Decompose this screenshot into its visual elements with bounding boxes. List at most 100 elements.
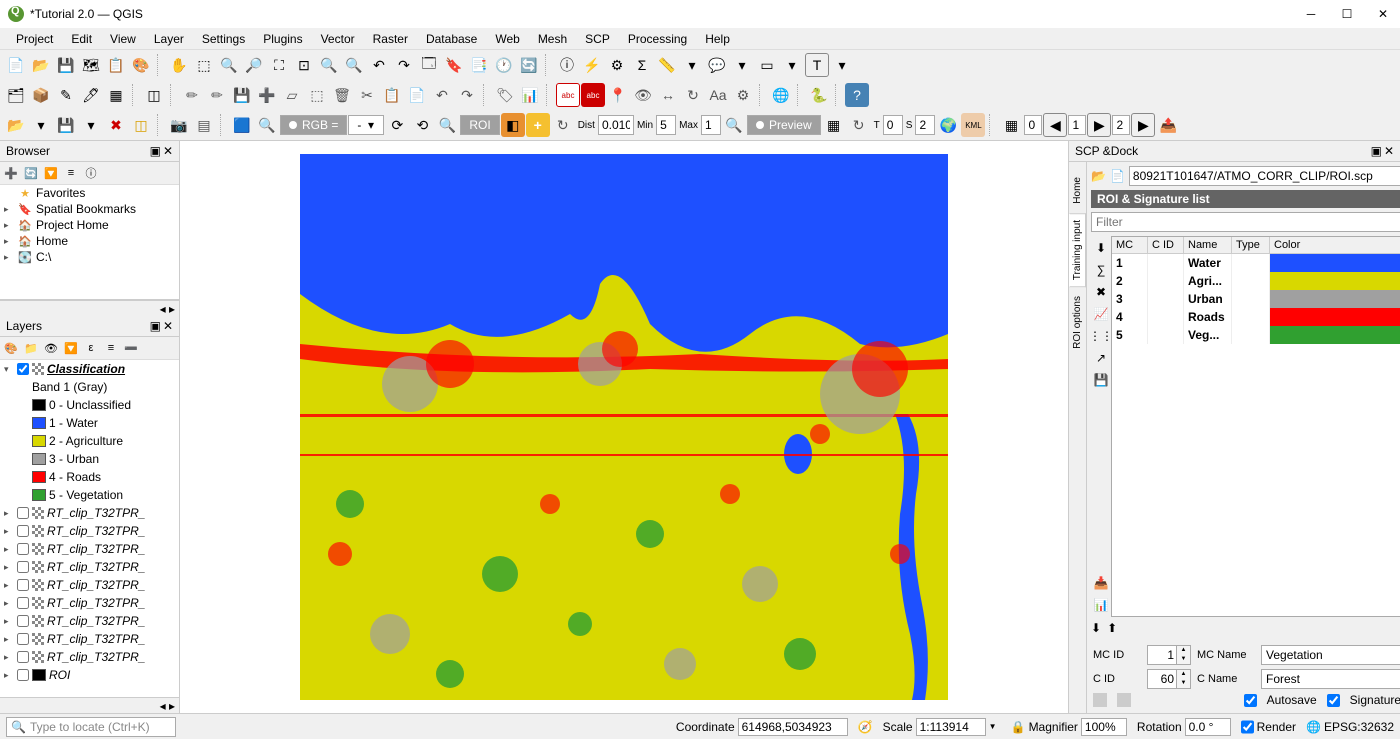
rotation-input[interactable] [1185, 718, 1231, 736]
sig-color[interactable] [1270, 272, 1400, 290]
rt-layer-item[interactable]: ▸RT_clip_T32TPR_ [0, 558, 179, 576]
copy-icon[interactable]: 📋 [380, 83, 404, 107]
select-icon[interactable]: ▭ [755, 53, 779, 77]
roi-redo-icon[interactable]: ↻ [551, 113, 575, 137]
t-input[interactable] [883, 115, 903, 135]
max-input[interactable] [701, 115, 721, 135]
menu-scp[interactable]: SCP [577, 30, 618, 48]
sig-down-icon[interactable]: ⬇ [1091, 621, 1101, 635]
col-color[interactable]: Color [1270, 237, 1400, 253]
zoom-out-icon[interactable]: 🔎 [242, 53, 266, 77]
menu-mesh[interactable]: Mesh [530, 30, 575, 48]
preview-zoom-icon[interactable]: 🔍 [722, 113, 746, 137]
zoom-in-icon[interactable]: 🔍 [217, 53, 241, 77]
remove-layer-icon[interactable]: ✖ [104, 113, 128, 137]
layers-expr-icon[interactable]: ε [82, 339, 100, 357]
zoom-full-icon[interactable]: ⊡ [292, 53, 316, 77]
statistics-icon[interactable]: Σ [630, 53, 654, 77]
col-name[interactable]: Name [1184, 237, 1232, 253]
open-layer-icon[interactable]: 📂 [4, 113, 28, 137]
zoom-to-selection-icon[interactable]: 🔍 [317, 53, 341, 77]
menu-web[interactable]: Web [487, 30, 527, 48]
preview-redo-icon[interactable]: ↻ [847, 113, 871, 137]
map-tips-icon[interactable]: 💬 [705, 53, 729, 77]
crs-icon[interactable]: 🌐 [1306, 720, 1321, 734]
new-project-icon[interactable]: 📄 [4, 53, 28, 77]
kml-icon[interactable]: 🌍 [936, 113, 960, 137]
edit-multi-icon[interactable]: ✏ [205, 83, 229, 107]
browser-close-icon[interactable]: ✕ [163, 144, 173, 158]
layer-classification-checkbox[interactable] [17, 363, 29, 375]
undo-icon[interactable]: ↶ [430, 83, 454, 107]
mcname-input[interactable] [1261, 645, 1400, 665]
class-item[interactable]: 1 - Water [0, 414, 179, 432]
scp-tab-roi[interactable]: ROI options [1069, 289, 1086, 356]
label-change-icon[interactable]: Aa [706, 83, 730, 107]
loc-globe-icon[interactable]: 🌐 [769, 83, 793, 107]
rt-layer-checkbox[interactable] [17, 507, 29, 519]
new-print-layout-icon[interactable]: 🗺 [79, 53, 103, 77]
spin-c[interactable] [1112, 115, 1130, 135]
spin-a[interactable] [1024, 115, 1042, 135]
annotation-dropdown-icon[interactable]: ▾ [730, 53, 754, 77]
new-bookmark-icon[interactable]: 🔖 [442, 53, 466, 77]
menu-raster[interactable]: Raster [365, 30, 416, 48]
open-project-icon[interactable]: 📂 [29, 53, 53, 77]
s-input[interactable] [915, 115, 935, 135]
nav-left-icon[interactable]: ◀ [1043, 113, 1067, 137]
sig-import-icon[interactable]: 📥 [1093, 575, 1109, 591]
class-item[interactable]: 5 - Vegetation [0, 486, 179, 504]
measure-icon[interactable]: 📏 [655, 53, 679, 77]
label-abc-icon[interactable]: abc [556, 83, 580, 107]
layer-roi-checkbox[interactable] [17, 669, 29, 681]
temporal-icon[interactable]: 🕐 [492, 53, 516, 77]
new-geopackage-icon[interactable]: 📦 [29, 83, 53, 107]
class-item[interactable]: 2 - Agriculture [0, 432, 179, 450]
style-manager-icon[interactable]: 🎨 [129, 53, 153, 77]
scp-input-icon[interactable]: 📷 [167, 113, 191, 137]
sig-color1-icon[interactable] [1093, 693, 1107, 707]
signature-row[interactable]: 5Veg... [1112, 326, 1400, 344]
layout-manager-icon[interactable]: 📋 [104, 53, 128, 77]
layers-add-group-icon[interactable]: 📁 [22, 339, 40, 357]
label-pin-icon[interactable]: 📍 [606, 83, 630, 107]
label-move-icon[interactable]: ↔ [656, 83, 680, 107]
layers-style-icon[interactable]: 🎨 [2, 339, 20, 357]
menu-layer[interactable]: Layer [146, 30, 192, 48]
rt-layer-checkbox[interactable] [17, 579, 29, 591]
epsg-label[interactable]: EPSG:32632 [1324, 720, 1394, 734]
raster-calc-icon[interactable]: ▦ [999, 113, 1023, 137]
layers-undock-icon[interactable]: ▣ [150, 319, 161, 333]
cname-input[interactable] [1261, 669, 1400, 689]
menu-edit[interactable]: Edit [63, 30, 100, 48]
signature-row[interactable]: 2Agri... [1112, 272, 1400, 290]
scp-undock-icon[interactable]: ▣ [1371, 144, 1382, 158]
rt-layer-checkbox[interactable] [17, 615, 29, 627]
col-cid[interactable]: C ID [1148, 237, 1184, 253]
scp-tab-home[interactable]: Home [1069, 170, 1086, 211]
locator-input[interactable]: 🔍Type to locate (Ctrl+K) [6, 717, 176, 737]
sig-color[interactable] [1270, 290, 1400, 308]
browser-filter-icon[interactable]: 🔽 [42, 164, 60, 182]
nav-right-icon[interactable]: ▶ [1087, 113, 1111, 137]
layers-hscroll[interactable]: ◂ ▸ [0, 697, 179, 713]
layers-tree[interactable]: ▾ Classification Band 1 (Gray) 0 - Uncla… [0, 360, 179, 697]
signature-table[interactable]: MC C ID Name Type Color 1Water2Agri...3U… [1111, 236, 1400, 617]
sig-plot-icon[interactable]: 📈 [1093, 306, 1109, 322]
text-dropdown-icon[interactable]: ▾ [830, 53, 854, 77]
col-mc[interactable]: MC [1112, 237, 1148, 253]
render-checkbox[interactable] [1241, 718, 1254, 736]
new-shapefile-icon[interactable]: ✎ [54, 83, 78, 107]
sig-up-icon[interactable]: ⬆ [1107, 621, 1117, 635]
menu-project[interactable]: Project [8, 30, 61, 48]
signature-row[interactable]: 3Urban [1112, 290, 1400, 308]
sig-color[interactable] [1270, 254, 1400, 272]
actions-icon[interactable]: ⚡ [580, 53, 604, 77]
rt-layer-checkbox[interactable] [17, 597, 29, 609]
layer-classification[interactable]: ▾ Classification [0, 360, 179, 378]
label-show-icon[interactable]: 👁 [631, 83, 655, 107]
sig-save-icon[interactable]: 💾 [1093, 372, 1109, 388]
save-layer-icon[interactable]: 💾 [54, 113, 78, 137]
layers-expand-icon[interactable]: ≡ [102, 339, 120, 357]
datasource-manager-icon[interactable]: 🗂 [4, 83, 28, 107]
